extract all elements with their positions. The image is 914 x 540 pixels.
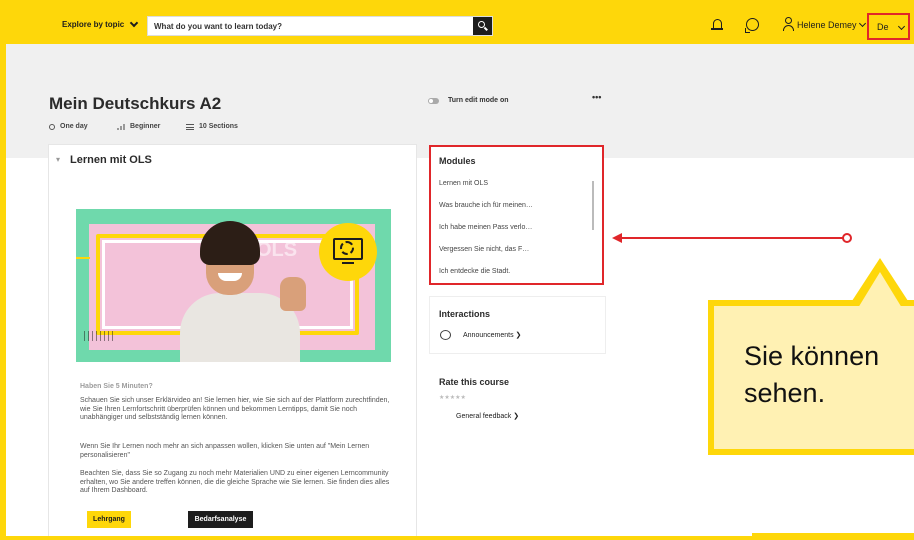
clock-icon <box>49 123 55 130</box>
annotation-arrow-line <box>617 237 843 239</box>
intro-paragraph-2: Wenn Sie Ihr Lernen noch mehr an sich an… <box>80 443 370 459</box>
user-avatar-icon[interactable] <box>783 17 794 31</box>
course-level: Beginner <box>117 123 160 130</box>
intro-paragraph-3: Beachten Sie, dass Sie so Zugang zu noch… <box>80 470 390 494</box>
modules-title: Modules <box>439 156 476 166</box>
language-label: De <box>877 22 889 32</box>
modules-panel <box>429 145 604 285</box>
general-feedback-link[interactable]: General feedback ❯ <box>456 412 519 420</box>
modules-scrollbar[interactable] <box>592 181 594 230</box>
chevron-down-icon <box>897 22 906 31</box>
edit-mode-label[interactable]: Turn edit mode on <box>448 97 509 104</box>
user-menu-chevron-icon[interactable] <box>858 19 867 28</box>
lehrgang-button[interactable]: Lehrgang <box>87 511 131 528</box>
course-sections: 10 Sections <box>186 123 238 130</box>
section-title[interactable]: Lernen mit OLS <box>70 154 152 166</box>
interactions-title: Interactions <box>439 309 491 319</box>
search-button[interactable] <box>473 17 492 35</box>
rate-course-title: Rate this course <box>439 377 510 387</box>
explore-by-topic-menu[interactable]: Explore by topic <box>62 18 139 29</box>
module-item[interactable]: Was brauche ich für meinen… <box>439 202 533 209</box>
interactions-panel <box>429 296 606 354</box>
search-box <box>147 16 493 36</box>
callout-line-1: Sie können <box>744 341 880 371</box>
explore-label: Explore by topic <box>62 20 125 29</box>
language-selector[interactable]: De <box>867 13 910 40</box>
module-item[interactable]: Ich habe meinen Pass verlo… <box>439 224 532 231</box>
announcements-link[interactable]: Announcements ❯ <box>463 331 521 339</box>
course-duration: One day <box>49 123 88 130</box>
search-input[interactable] <box>148 17 474 35</box>
annotation-arrow-origin <box>842 233 852 243</box>
star-rating[interactable]: ★★★★★ <box>439 394 466 401</box>
intro-heading: Haben Sie 5 Minuten? <box>80 383 153 390</box>
collapse-caret-icon[interactable]: ▾ <box>56 155 60 164</box>
course-title: Mein Deutschkurs A2 <box>49 94 222 113</box>
module-item[interactable]: Ich entdecke die Stadt. <box>439 268 510 275</box>
top-navigation-bar: Explore by topic Helene Demey De <box>0 0 914 44</box>
notifications-bell-icon[interactable] <box>711 19 723 30</box>
chat-bubble-icon <box>440 330 451 340</box>
edit-mode-toggle[interactable] <box>428 98 439 104</box>
settings-screen-icon <box>319 223 377 281</box>
bedarfsanalyse-button[interactable]: Bedarfsanalyse <box>188 511 253 528</box>
list-icon <box>186 123 194 130</box>
module-item[interactable]: Lernen mit OLS <box>439 180 488 187</box>
person-illustration <box>164 221 314 362</box>
level-bars-icon <box>117 123 125 130</box>
chevron-down-icon <box>129 18 139 28</box>
user-name[interactable]: Helene Demey <box>797 20 857 30</box>
callout-line-2: sehen. <box>744 378 826 408</box>
more-options-icon[interactable]: ••• <box>592 92 601 102</box>
intro-paragraph-1: Schauen Sie sich unser Erklärvideo an! S… <box>80 397 390 421</box>
explainer-video-thumbnail[interactable]: OLS <box>76 209 391 362</box>
tutorial-callout: Sie können sehen. <box>708 300 914 455</box>
module-item[interactable]: Vergessen Sie nicht, das F… <box>439 246 529 253</box>
annotation-arrow-head <box>612 233 622 243</box>
messages-chat-icon[interactable] <box>745 18 759 33</box>
